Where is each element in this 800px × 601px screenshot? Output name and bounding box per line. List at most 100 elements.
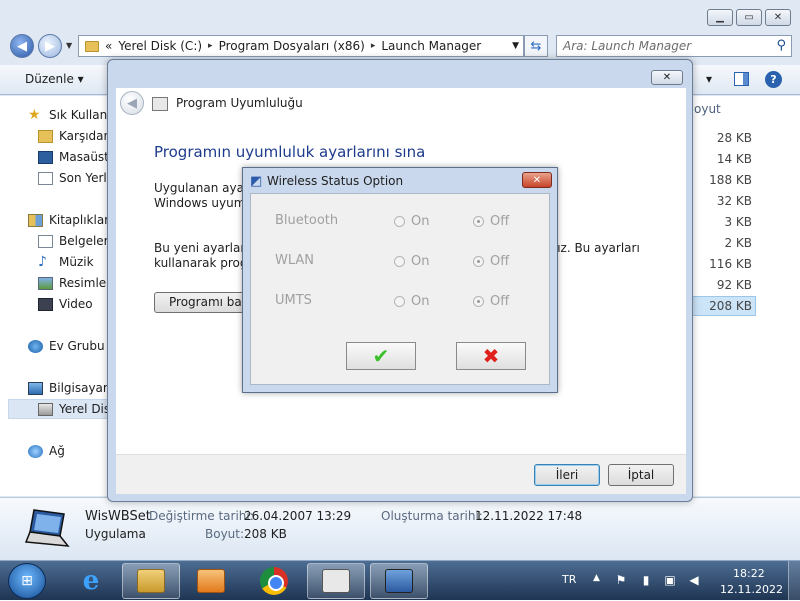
nav-network[interactable]: Ağ	[28, 444, 65, 458]
nav-label: Kitaplıklar	[49, 213, 110, 227]
breadcrumb-separator-icon[interactable]: ▸	[208, 41, 213, 51]
created-label: Oluşturma tarihi:	[381, 509, 483, 523]
nav-computer[interactable]: Bilgisayar	[28, 381, 108, 395]
documents-icon	[38, 234, 53, 248]
details-pane: WisWBSet Uygulama Değiştirme tarihi: 26.…	[0, 497, 800, 560]
cancel-button[interactable]: İptal	[608, 464, 674, 486]
red-x-icon: ✖	[482, 344, 500, 368]
nav-label: Müzik	[59, 255, 94, 269]
folder-icon	[85, 40, 99, 52]
taskbar-windows-explorer[interactable]	[122, 563, 180, 599]
breadcrumb-separator-icon[interactable]: ▸	[371, 41, 376, 51]
file-list: oyut 28 KB 14 KB 188 KB 32 KB 3 KB 2 KB …	[690, 96, 800, 496]
wizard-header: ◀ Program Uyumluluğu	[116, 88, 686, 121]
minimize-button[interactable]: ▁	[707, 9, 733, 26]
umts-on-radio[interactable]: On	[394, 294, 429, 309]
downloads-folder-icon	[38, 129, 53, 143]
file-size: 2 KB	[724, 236, 752, 250]
address-chevron[interactable]: «	[105, 39, 112, 53]
nav-music[interactable]: ♪ Müzik	[38, 255, 94, 270]
wizard-text-new-line1-left: Bu yeni ayarların	[154, 241, 257, 255]
forward-button[interactable]: ▶	[38, 34, 62, 58]
taskbar-compatibility-wizard[interactable]	[307, 563, 365, 599]
umts-label: UMTS	[275, 293, 312, 308]
video-icon	[38, 297, 53, 311]
wireless-status-dialog: ◩ Wireless Status Option ✕ Bluetooth On …	[242, 167, 558, 393]
ok-button[interactable]: ✔	[346, 342, 416, 370]
refresh-icon: ⇆	[530, 38, 542, 54]
star-icon: ★	[28, 106, 41, 123]
nav-label: Bilgisayar	[49, 381, 108, 395]
organize-menu[interactable]: Düzenle ▾	[25, 72, 84, 86]
nav-videos[interactable]: Video	[38, 297, 93, 311]
power-icon[interactable]: ▮	[639, 573, 653, 587]
wizard-back-button[interactable]: ◀	[120, 91, 144, 115]
radio-checked-icon	[473, 296, 484, 307]
address-dropdown-icon[interactable]: ▼	[512, 41, 519, 51]
maximize-button[interactable]: ▭	[736, 9, 762, 26]
bluetooth-off-radio[interactable]: Off	[473, 214, 509, 229]
help-icon[interactable]: ?	[765, 70, 782, 88]
radio-checked-icon	[473, 256, 484, 267]
recent-pages-dropdown-icon[interactable]: ▼	[66, 41, 72, 50]
radio-circle-icon	[394, 216, 405, 227]
wlan-on-radio[interactable]: On	[394, 254, 429, 269]
file-name: WisWBSet	[85, 509, 151, 524]
volume-icon[interactable]: ◀	[687, 573, 701, 587]
cancel-x-button[interactable]: ✖	[456, 342, 526, 370]
search-input[interactable]: Ara: Launch Manager ⚲	[556, 35, 792, 57]
bluetooth-on-radio[interactable]: On	[394, 214, 429, 229]
breadcrumb-program-files[interactable]: Program Dosyaları (x86)	[219, 39, 365, 53]
language-indicator[interactable]: TR	[562, 573, 576, 586]
back-arrow-icon: ◀	[127, 95, 137, 111]
radio-label: Off	[490, 294, 510, 309]
show-hidden-icons-icon[interactable]: ▲	[593, 573, 600, 583]
nav-recent[interactable]: Son Yerle	[38, 171, 114, 185]
media-player-icon	[197, 569, 225, 593]
breadcrumb-launch-manager[interactable]: Launch Manager	[381, 39, 481, 53]
nav-local-disk[interactable]: Yerel Disk	[38, 402, 117, 416]
taskbar-internet-explorer[interactable]: e	[62, 563, 120, 599]
laptop-app-icon	[385, 569, 413, 593]
next-button[interactable]: İleri	[534, 464, 600, 486]
back-button[interactable]: ◀	[10, 34, 34, 58]
wizard-title: Program Uyumluluğu	[176, 96, 303, 110]
clock-time[interactable]: 18:22	[733, 567, 765, 580]
preview-pane-icon[interactable]	[734, 72, 749, 86]
action-center-icon[interactable]: ⚑	[614, 573, 628, 587]
nav-libraries[interactable]: Kitaplıklar	[28, 213, 109, 227]
wlan-off-radio[interactable]: Off	[473, 254, 509, 269]
nav-label: Ev Grubu	[49, 339, 105, 353]
file-size: 14 KB	[716, 152, 752, 166]
clock-date[interactable]: 12.11.2022	[720, 583, 783, 596]
nav-homegroup[interactable]: Ev Grubu	[28, 339, 105, 353]
taskbar-chrome[interactable]	[245, 563, 303, 599]
file-size: 92 KB	[716, 278, 752, 292]
windows-logo-icon: ⊞	[21, 573, 33, 589]
file-size: 3 KB	[724, 215, 752, 229]
file-size: 208 KB	[709, 299, 752, 313]
start-button[interactable]: ⊞	[8, 563, 46, 599]
taskbar-wireless-option[interactable]	[370, 563, 428, 599]
search-icon[interactable]: ⚲	[776, 38, 786, 53]
network-tray-icon[interactable]: ▣	[663, 573, 677, 587]
views-dropdown-icon[interactable]: ▾	[700, 70, 718, 88]
breadcrumb-local-disk[interactable]: Yerel Disk (C:)	[118, 39, 202, 53]
refresh-button[interactable]: ⇆	[524, 35, 548, 57]
close-button[interactable]: ✕	[765, 9, 791, 26]
show-desktop-button[interactable]	[788, 561, 800, 601]
taskbar-media-player[interactable]	[182, 563, 240, 599]
wireless-close-button[interactable]: ✕	[522, 172, 552, 188]
nav-documents[interactable]: Belgeler	[38, 234, 109, 248]
size-value: 208 KB	[244, 527, 287, 541]
nav-desktop[interactable]: Masaüstü	[38, 150, 116, 164]
size-column-header[interactable]: oyut	[694, 102, 721, 116]
wizard-close-button[interactable]: ✕	[651, 70, 683, 85]
search-placeholder: Ara: Launch Manager	[563, 39, 692, 53]
umts-off-radio[interactable]: Off	[473, 294, 509, 309]
address-row: ◀ ▶ ▼ « Yerel Disk (C:) ▸ Program Dosyal…	[8, 33, 792, 59]
wizard-text-applied-line2: Windows uyumlu	[154, 196, 257, 210]
address-bar[interactable]: « Yerel Disk (C:) ▸ Program Dosyaları (x…	[78, 35, 524, 57]
nav-pictures[interactable]: Resimler	[38, 276, 111, 290]
green-checkmark-icon: ✔	[372, 344, 390, 368]
